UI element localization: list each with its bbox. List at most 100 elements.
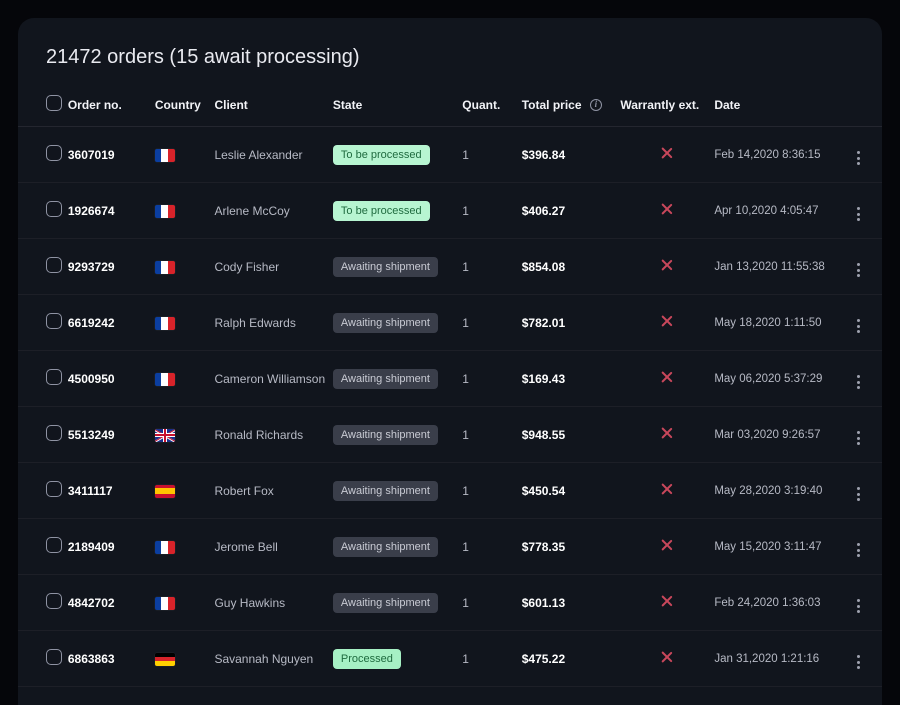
table-row[interactable]: 6863863Savannah NguyenProcessed1$475.22J…: [18, 631, 882, 687]
more-icon[interactable]: [852, 374, 864, 390]
more-icon[interactable]: [852, 430, 864, 446]
col-date[interactable]: Date: [714, 85, 852, 127]
table-row[interactable]: 6619242Ralph EdwardsAwaiting shipment1$7…: [18, 295, 882, 351]
quantity: 1: [462, 631, 521, 687]
row-checkbox[interactable]: [46, 369, 62, 385]
table-row[interactable]: 4500950Cameron WilliamsonAwaiting shipme…: [18, 351, 882, 407]
order-no: 3411117: [68, 463, 155, 519]
col-total-price[interactable]: Total price: [522, 85, 621, 127]
col-client[interactable]: Client: [214, 85, 332, 127]
quantity: 1: [462, 519, 521, 575]
col-order-no[interactable]: Order no.: [68, 85, 155, 127]
row-checkbox[interactable]: [46, 201, 62, 217]
client-name: Leslie Alexander: [214, 127, 332, 183]
flag-de-icon: [155, 653, 175, 666]
table-row[interactable]: 2189409Jerome BellAwaiting shipment1$778…: [18, 519, 882, 575]
state-badge: Awaiting shipment: [333, 313, 438, 333]
state-badge: Awaiting shipment: [333, 481, 438, 501]
warranty-cell: [620, 295, 714, 351]
client-name: Jerome Bell: [214, 519, 332, 575]
client-name: Cameron Williamson: [214, 351, 332, 407]
country-cell: [155, 239, 215, 295]
x-icon: [661, 371, 673, 383]
country-cell: [155, 631, 215, 687]
row-checkbox[interactable]: [46, 425, 62, 441]
row-checkbox[interactable]: [46, 313, 62, 329]
quantity: 1: [462, 183, 521, 239]
quantity: 1: [462, 127, 521, 183]
order-no: 3607019: [68, 127, 155, 183]
row-checkbox[interactable]: [46, 537, 62, 553]
col-total-price-label: Total price: [522, 98, 582, 112]
state-cell: Awaiting shipment: [333, 519, 462, 575]
table-row[interactable]: 3411117Robert FoxAwaiting shipment1$450.…: [18, 463, 882, 519]
more-icon[interactable]: [852, 654, 864, 670]
state-cell: Awaiting shipment: [333, 295, 462, 351]
order-no: 5513249: [68, 407, 155, 463]
state-badge: Awaiting shipment: [333, 593, 438, 613]
client-name: Ronald Richards: [214, 407, 332, 463]
date: Mar 03,2020 9:26:57: [714, 407, 852, 463]
flag-fr-icon: [155, 149, 175, 162]
more-icon[interactable]: [852, 542, 864, 558]
date: May 15,2020 3:11:47: [714, 519, 852, 575]
orders-panel: 21472 orders (15 await processing) Order…: [18, 18, 882, 705]
table-row[interactable]: 5513249Ronald RichardsAwaiting shipment1…: [18, 407, 882, 463]
table-row[interactable]: 4842702Guy HawkinsAwaiting shipment1$601…: [18, 575, 882, 631]
row-checkbox[interactable]: [46, 593, 62, 609]
date: Feb 24,2020 1:36:03: [714, 575, 852, 631]
row-checkbox[interactable]: [46, 649, 62, 665]
date: Jan 13,2020 11:55:38: [714, 239, 852, 295]
country-cell: [155, 463, 215, 519]
orders-table: Order no. Country Client State Quant. To…: [18, 85, 882, 687]
date: Feb 14,2020 8:36:15: [714, 127, 852, 183]
col-quantity[interactable]: Quant.: [462, 85, 521, 127]
table-row[interactable]: 3607019Leslie AlexanderTo be processed1$…: [18, 127, 882, 183]
select-all-checkbox[interactable]: [46, 95, 62, 111]
table-row[interactable]: 9293729Cody FisherAwaiting shipment1$854…: [18, 239, 882, 295]
warranty-cell: [620, 351, 714, 407]
x-icon: [661, 315, 673, 327]
state-badge: Awaiting shipment: [333, 369, 438, 389]
flag-fr-icon: [155, 205, 175, 218]
page-title: 21472 orders (15 await processing): [18, 46, 882, 85]
row-checkbox[interactable]: [46, 257, 62, 273]
order-no: 1926674: [68, 183, 155, 239]
more-icon[interactable]: [852, 206, 864, 222]
warranty-cell: [620, 127, 714, 183]
row-checkbox[interactable]: [46, 481, 62, 497]
flag-fr-icon: [155, 261, 175, 274]
total-price: $778.35: [522, 519, 621, 575]
state-cell: Awaiting shipment: [333, 407, 462, 463]
order-no: 9293729: [68, 239, 155, 295]
state-badge: To be processed: [333, 145, 430, 165]
client-name: Savannah Nguyen: [214, 631, 332, 687]
col-state[interactable]: State: [333, 85, 462, 127]
x-icon: [661, 651, 673, 663]
x-icon: [661, 539, 673, 551]
more-icon[interactable]: [852, 150, 864, 166]
quantity: 1: [462, 575, 521, 631]
more-icon[interactable]: [852, 318, 864, 334]
total-price: $948.55: [522, 407, 621, 463]
date: May 06,2020 5:37:29: [714, 351, 852, 407]
info-icon[interactable]: [590, 99, 602, 111]
more-icon[interactable]: [852, 486, 864, 502]
flag-fr-icon: [155, 317, 175, 330]
more-icon[interactable]: [852, 598, 864, 614]
x-icon: [661, 595, 673, 607]
state-cell: Awaiting shipment: [333, 575, 462, 631]
more-icon[interactable]: [852, 262, 864, 278]
warranty-cell: [620, 631, 714, 687]
x-icon: [661, 147, 673, 159]
table-header-row: Order no. Country Client State Quant. To…: [18, 85, 882, 127]
order-no: 6619242: [68, 295, 155, 351]
quantity: 1: [462, 351, 521, 407]
country-cell: [155, 127, 215, 183]
row-checkbox[interactable]: [46, 145, 62, 161]
table-row[interactable]: 1926674Arlene McCoyTo be processed1$406.…: [18, 183, 882, 239]
total-price: $601.13: [522, 575, 621, 631]
col-country[interactable]: Country: [155, 85, 215, 127]
country-cell: [155, 519, 215, 575]
col-warranty[interactable]: Warrantly ext.: [620, 85, 714, 127]
